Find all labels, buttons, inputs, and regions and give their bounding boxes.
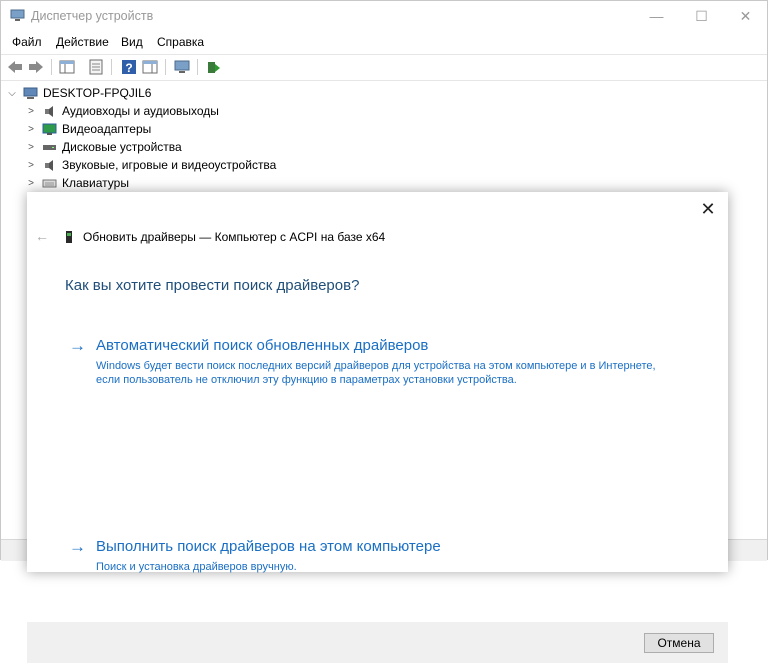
action-pane-icon[interactable]: [141, 58, 159, 76]
auto-search-link[interactable]: Автоматический поиск обновленных драйвер…: [96, 337, 428, 354]
close-icon[interactable]: ✕: [697, 198, 719, 220]
auto-search-description: Windows будет вести поиск последних верс…: [96, 360, 656, 386]
close-window-button[interactable]: ✕: [723, 1, 768, 31]
show-hide-console-tree-icon[interactable]: [58, 58, 76, 76]
toolbar: ?: [1, 54, 767, 81]
speaker-icon: [45, 159, 53, 171]
properties-icon[interactable]: [87, 58, 105, 76]
tree-root-label: DESKTOP-FPQJIL6: [43, 86, 152, 100]
menu-view[interactable]: Вид: [121, 35, 143, 49]
dialog-question: Как вы хотите провести поиск драйверов?: [65, 277, 360, 294]
minimize-button[interactable]: —: [634, 1, 679, 31]
menu-file[interactable]: Файл: [12, 35, 42, 49]
toolbar-separator: [197, 59, 198, 75]
hardware-device-icon: [66, 231, 72, 243]
forward-arrow-icon[interactable]: [27, 58, 45, 76]
dialog-footer: Отмена: [27, 622, 728, 663]
monitor-icon: [42, 123, 57, 135]
menu-action[interactable]: Действие: [56, 35, 109, 49]
speaker-icon: [45, 105, 53, 117]
tree-item-label: Дисковые устройства: [62, 140, 182, 154]
expand-chevron-icon[interactable]: >: [26, 124, 36, 135]
tree-item-label: Видеоадаптеры: [62, 122, 152, 136]
maximize-button[interactable]: ☐: [679, 1, 724, 31]
toolbar-separator: [111, 59, 112, 75]
keyboard-icon: [42, 179, 57, 187]
back-arrow-icon[interactable]: [6, 58, 24, 76]
tree-root[interactable]: ⌵ DESKTOP-FPQJIL6: [7, 84, 151, 102]
svg-text:?: ?: [125, 61, 132, 75]
tree-item-keyboards[interactable]: > Клавиатуры: [26, 174, 129, 192]
arrow-right-icon: →: [69, 336, 86, 355]
browse-computer-link[interactable]: Выполнить поиск драйверов на этом компью…: [96, 538, 441, 555]
dialog-header: Обновить драйверы — Компьютер с ACPI на …: [83, 230, 386, 244]
title-bar: Диспетчер устройств — ☐ ✕: [1, 1, 767, 31]
back-arrow-icon[interactable]: ←: [35, 228, 49, 244]
expand-chevron-icon[interactable]: >: [26, 160, 36, 171]
tree-item-sound[interactable]: > Звуковые, игровые и видеоустройства: [26, 156, 276, 174]
cancel-button[interactable]: Отмена: [644, 633, 714, 653]
expand-chevron-icon[interactable]: >: [26, 106, 36, 117]
device-manager-icon: [10, 9, 25, 21]
collapse-chevron-icon[interactable]: ⌵: [7, 88, 17, 99]
tree-item-label: Аудиовходы и аудиовыходы: [62, 104, 219, 118]
window-title: Диспетчер устройств: [31, 9, 154, 23]
tree-item-label: Клавиатуры: [62, 176, 129, 190]
toolbar-separator: [165, 59, 166, 75]
browse-computer-option[interactable]: → Выполнить поиск драйверов на этом комп…: [69, 537, 689, 577]
expand-chevron-icon[interactable]: >: [26, 178, 36, 189]
computer-icon: [23, 87, 38, 99]
scan-hardware-icon[interactable]: [173, 58, 191, 76]
menu-help[interactable]: Справка: [157, 35, 204, 49]
menu-bar: Файл Действие Вид Справка: [1, 31, 767, 53]
tree-item-disks[interactable]: > Дисковые устройства: [26, 138, 182, 156]
auto-search-option[interactable]: → Автоматический поиск обновленных драйв…: [69, 336, 689, 396]
toolbar-separator: [51, 59, 52, 75]
arrow-right-icon: →: [69, 537, 86, 556]
tree-item-audio[interactable]: > Аудиовходы и аудиовыходы: [26, 102, 219, 120]
disk-drive-icon: [43, 144, 56, 150]
update-driver-icon[interactable]: [204, 58, 222, 76]
update-driver-dialog: ✕ ← Обновить драйверы — Компьютер с ACPI…: [27, 192, 728, 573]
expand-chevron-icon[interactable]: >: [26, 142, 36, 153]
browse-computer-description: Поиск и установка драйверов вручную.: [96, 561, 297, 573]
help-icon[interactable]: ?: [120, 58, 138, 76]
tree-item-display[interactable]: > Видеоадаптеры: [26, 120, 151, 138]
tree-item-label: Звуковые, игровые и видеоустройства: [62, 158, 277, 172]
